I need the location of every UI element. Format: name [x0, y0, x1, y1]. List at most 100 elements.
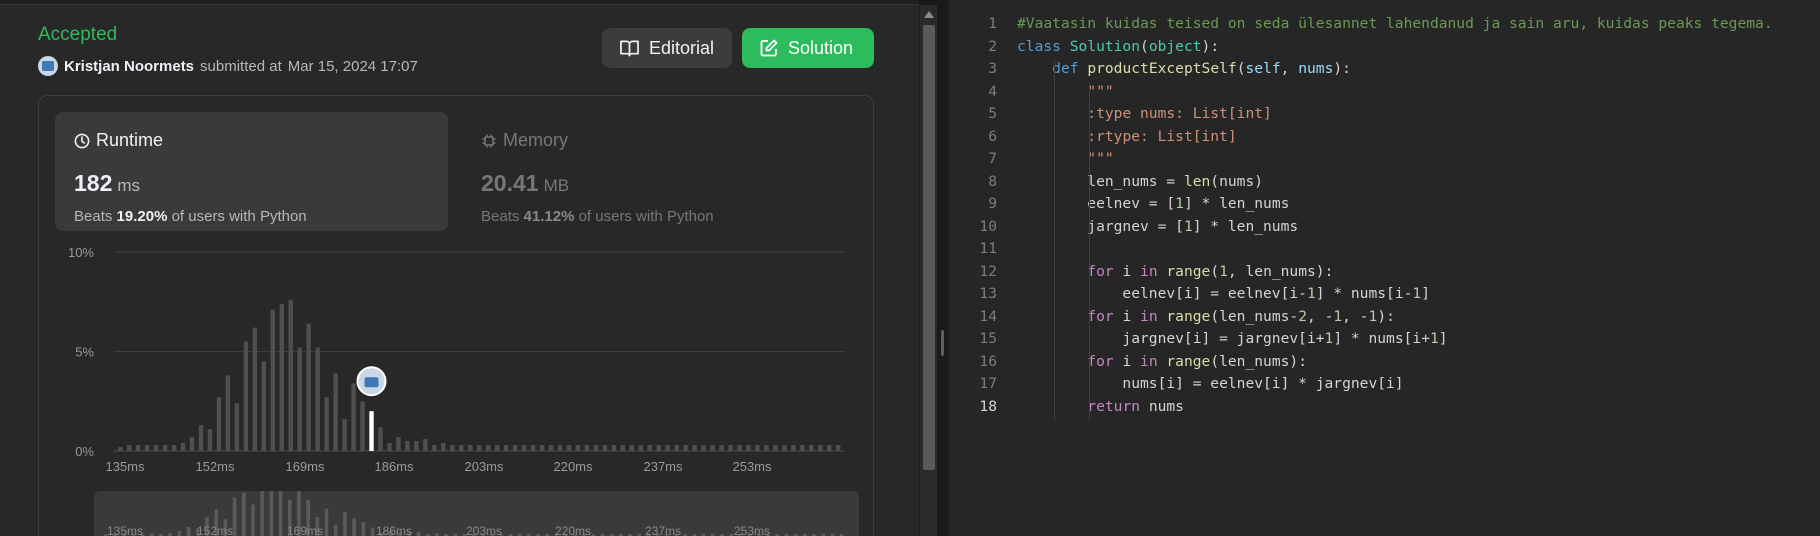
- chart-bar: [360, 401, 365, 451]
- code-token: for: [1087, 352, 1123, 370]
- code-text: for i in range(len_nums-2, -1, -1):: [1017, 308, 1395, 325]
- code-token: i: [1122, 307, 1141, 325]
- code-text: jargnev[i] = jargnev[i+1] * nums[i+1]: [1017, 330, 1447, 347]
- line-number: 10: [979, 217, 997, 235]
- chart-bar: [450, 445, 455, 451]
- code-line[interactable]: 2 class Solution(object):: [949, 38, 1820, 60]
- code-token: Solution: [1069, 37, 1141, 55]
- runtime-range-selector[interactable]: 135ms 152ms 169ms 186ms 203ms 220ms 237ms 253ms: [94, 491, 859, 536]
- code-line[interactable]: 10 jargnev = [1] * len_nums: [949, 218, 1820, 240]
- code-token: i: [1122, 262, 1141, 280]
- chart-bar: [297, 347, 302, 451]
- code-token: eelnev = [: [1017, 195, 1176, 212]
- code-token: jargnev = [: [1017, 217, 1184, 235]
- code-line[interactable]: 11: [949, 240, 1820, 262]
- mini-bar: [361, 522, 366, 536]
- chart-bar: [809, 445, 814, 451]
- pane-splitter[interactable]: [937, 0, 949, 536]
- code-token: jargnev[i] = jargnev[i+: [1017, 330, 1325, 347]
- x-tick-label: 220ms: [553, 459, 593, 474]
- line-number: 5: [988, 105, 997, 122]
- code-token: :type nums: List[int]: [1087, 105, 1272, 122]
- code-token: , -: [1307, 307, 1334, 325]
- code-token: ,: [1280, 60, 1299, 77]
- code-line[interactable]: 4 """: [949, 83, 1820, 105]
- code-token: def: [1052, 60, 1088, 77]
- code-editor[interactable]: 1 #Vaatasin kuidas teised on seda ülesann…: [949, 0, 1820, 536]
- chart-bar: [539, 445, 545, 451]
- mini-x-tick-label: 186ms: [376, 524, 412, 536]
- code-text: nums[i] = eelnev[i] * jargnev[i]: [1017, 375, 1403, 392]
- code-line[interactable]: 12 for i in range(1, len_nums):: [949, 263, 1820, 285]
- chart-bar: [503, 445, 509, 451]
- chart-bar: [225, 375, 231, 451]
- code-line[interactable]: 6 :rtype: List[int]: [949, 128, 1820, 150]
- line-number: 7: [988, 150, 997, 167]
- code-line[interactable]: 13 eelnev[i] = eelnev[i-1] * nums[i-1]: [949, 285, 1820, 307]
- chart-bar: [629, 445, 634, 451]
- highlight-bar: [369, 411, 374, 451]
- code-token: 1: [1306, 285, 1316, 302]
- code-token: , -: [1342, 307, 1369, 325]
- chart-bar: [827, 445, 832, 451]
- code-token: ):: [1377, 307, 1395, 325]
- code-token: in: [1140, 307, 1167, 325]
- chart-bar: [198, 425, 204, 451]
- vertical-scrollbar[interactable]: [919, 5, 937, 536]
- mini-bar: [324, 508, 329, 536]
- chart-bar: [441, 443, 446, 451]
- chart-bar: [512, 445, 518, 451]
- code-token: for: [1087, 262, 1123, 280]
- chart-bar: [530, 445, 536, 451]
- chart-bar: [800, 445, 805, 451]
- chart-bar: [737, 445, 742, 451]
- code-line[interactable]: 5 :type nums: List[int]: [949, 105, 1820, 127]
- code-token: ] * nums[i-: [1315, 285, 1413, 302]
- chart-bar: [423, 439, 428, 451]
- chart-bar: [432, 445, 437, 451]
- code-token: 1: [1429, 330, 1439, 347]
- code-line[interactable]: 17 nums[i] = eelnev[i] * jargnev[i]: [949, 375, 1820, 397]
- mini-bar: [269, 491, 274, 536]
- chart-bar: [566, 445, 572, 451]
- code-line[interactable]: 15 jargnev[i] = jargnev[i+1] * nums[i+1]: [949, 330, 1820, 352]
- code-line[interactable]: 16 for i in range(len_nums):: [949, 353, 1820, 375]
- line-number: 4: [988, 82, 997, 100]
- y-tick-label: 10%: [68, 245, 94, 260]
- code-text: jargnev = [1] * len_nums: [1017, 218, 1298, 235]
- scroll-up-icon[interactable]: [924, 11, 934, 18]
- chart-bar: [261, 361, 267, 451]
- line-number: 8: [988, 172, 997, 190]
- code-line[interactable]: 3 def productExceptSelf(self, nums):: [949, 60, 1820, 82]
- scrollbar-thumb[interactable]: [923, 25, 935, 470]
- line-number: 3: [988, 60, 997, 77]
- x-tick-label: 135ms: [105, 459, 145, 474]
- chart-bar: [683, 445, 688, 451]
- chart-bar: [665, 445, 670, 451]
- chart-bar: [153, 445, 159, 451]
- chart-bar: [135, 445, 141, 451]
- runtime-distribution-chart[interactable]: 10% 5% 0% 135ms 152ms 169ms 186ms 203ms 220ms 237…: [0, 0, 919, 536]
- x-tick-label: 237ms: [643, 459, 683, 474]
- code-line[interactable]: 14 for i in range(len_nums-2, -1, -1):: [949, 308, 1820, 330]
- chart-bar: [755, 445, 760, 451]
- code-text: for i in range(1, len_nums):: [1017, 263, 1333, 280]
- code-line[interactable]: 9 eelnev = [1] * len_nums: [949, 195, 1820, 217]
- code-line[interactable]: 1 #Vaatasin kuidas teised on seda ülesann…: [949, 15, 1820, 37]
- code-line[interactable]: 8 len_nums = len(nums): [949, 173, 1820, 195]
- chart-bar: [459, 445, 464, 451]
- code-token: range: [1166, 262, 1211, 280]
- code-line[interactable]: 7 """: [949, 150, 1820, 172]
- code-token: ]: [1421, 285, 1430, 302]
- code-token: ] * len_nums: [1192, 217, 1299, 235]
- mini-bar: [260, 491, 264, 536]
- code-token: (: [1140, 37, 1149, 55]
- indent-guide: [1089, 375, 1090, 400]
- chart-bar: [315, 347, 320, 451]
- code-line[interactable]: 18 return nums: [949, 398, 1820, 420]
- chart-bar: [180, 443, 186, 451]
- splitter-grip[interactable]: [941, 330, 944, 356]
- mini-bar: [278, 491, 283, 536]
